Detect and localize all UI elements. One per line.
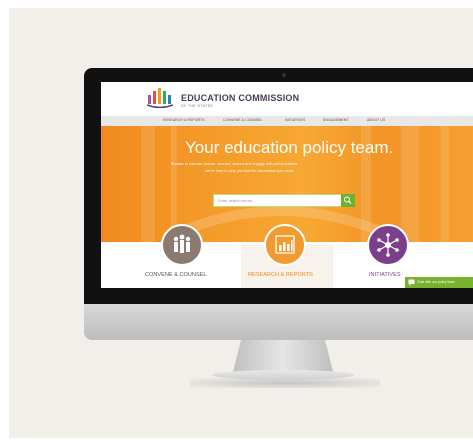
monitor-stand-neck [233, 340, 333, 372]
chat-label: Chat with our policy team [417, 280, 456, 284]
nav-item-research-reports[interactable]: RESEARCH & REPORTS [163, 118, 205, 122]
main-nav: RESEARCH & REPORTS CONVENE & COUNSEL INI… [101, 116, 473, 126]
network-icon [377, 233, 399, 257]
scene: EDUCATION COMMISSION OF THE STATES RESEA… [0, 0, 473, 446]
chat-bubble-icon [408, 279, 415, 286]
nav-item-convene-counsel[interactable]: CONVENE & COUNSEL [223, 118, 263, 122]
people-icon [173, 234, 191, 253]
search-icon [343, 196, 352, 204]
hero-stripe [141, 126, 155, 242]
convene-counsel-label[interactable]: CONVENE & COUNSEL [145, 272, 207, 278]
hero-headline: Your education policy team. [185, 138, 394, 157]
initiatives-tile[interactable] [367, 224, 409, 266]
site-header: EDUCATION COMMISSION OF THE STATES [101, 82, 473, 116]
search-input[interactable]: Enter search terms... [213, 194, 343, 207]
initiatives-label[interactable]: INITIATIVES [369, 272, 401, 278]
hero-subline-2: We're here to help you find the informat… [205, 169, 295, 173]
search-button[interactable] [341, 194, 355, 207]
bar-chart-icon [275, 235, 295, 254]
nav-item-engagement[interactable]: ENGAGEMENT [323, 118, 349, 122]
camera-icon [282, 73, 286, 77]
monitor-chin [84, 304, 473, 340]
columns-logo-icon [147, 88, 173, 108]
convene-counsel-tile[interactable] [161, 224, 203, 266]
hero-subline-1: Browse to educate, inform, counsel, sear… [171, 162, 299, 166]
brand-name[interactable]: EDUCATION COMMISSION [181, 93, 299, 103]
chat-button[interactable]: Chat with our policy team [405, 277, 473, 288]
brand-tagline: OF THE STATES [181, 104, 214, 108]
nav-item-about-us[interactable]: ABOUT US [367, 118, 385, 122]
monitor-stand-foot [212, 370, 354, 380]
nav-item-initiatives[interactable]: INITIATIVES [285, 118, 305, 122]
research-reports-tile[interactable] [264, 224, 306, 266]
research-reports-label[interactable]: RESEARCH & REPORTS [248, 272, 313, 278]
monitor-screen: EDUCATION COMMISSION OF THE STATES RESEA… [101, 82, 473, 288]
search-placeholder: Enter search terms... [218, 198, 256, 203]
